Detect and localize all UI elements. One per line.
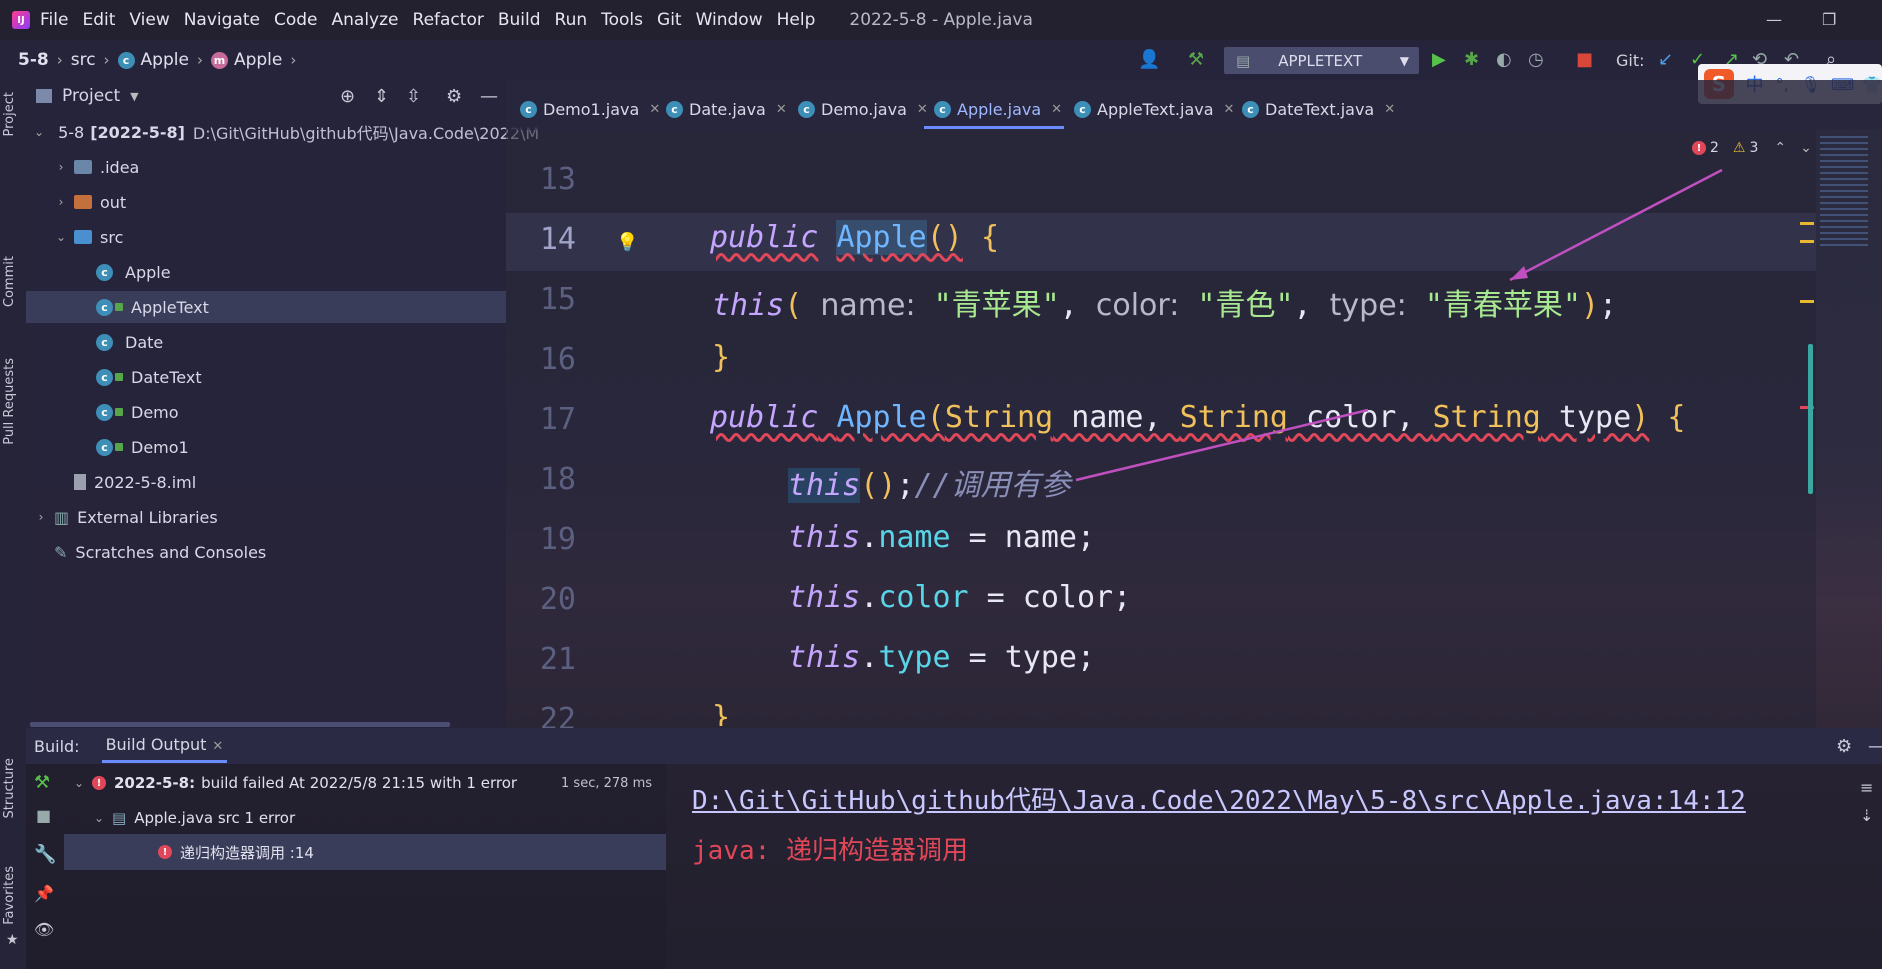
vertical-scrollbar[interactable] [1808,344,1813,494]
minimap-preview [1820,136,1868,246]
gear-icon[interactable]: ⚙ [1836,736,1852,757]
warning-marker[interactable] [1800,222,1814,225]
stop-icon[interactable]: ■ [36,806,51,825]
build-file-label: Apple.java src 1 error [134,809,296,827]
scroll-to-end-icon[interactable]: ⇣ [1860,806,1873,825]
error-icon: ! [158,845,172,859]
annotation-arrow-line [1509,168,1723,282]
warning-marker[interactable] [1800,240,1814,243]
build-label: Build: [34,736,80,756]
build-project-label: 2022-5-8: [114,774,196,792]
build-error-row[interactable]: ! 递归构造器调用 :14 [64,834,666,870]
soft-wrap-icon[interactable]: ≡ [1860,778,1873,797]
arrowhead-icon [1510,266,1528,280]
hide-panel-icon[interactable]: — [1868,736,1882,757]
close-icon[interactable]: ✕ [212,739,223,754]
build-tree: ⚒ ■ 🔧 📌 👁 ⌄ ! 2022-5-8: build failed At … [26,764,666,969]
error-icon: ! [92,776,106,790]
build-output-console[interactable]: D:\Git\GitHub\github代码\Java.Code\2022\Ma… [666,764,1882,969]
error-prefix: java: [692,836,771,866]
wrench-icon[interactable]: 🔧 [34,844,56,865]
build-summary-row[interactable]: ⌄ ! 2022-5-8: build failed At 2022/5/8 2… [72,774,652,792]
pin-icon[interactable]: 📌 [34,884,54,903]
error-message: 递归构造器调用 [785,836,968,866]
annotation-arrow-line [1075,408,1369,482]
error-file-link[interactable]: D:\Git\GitHub\github代码\Java.Code\2022\Ma… [692,780,1746,817]
tab-build-output[interactable]: Build Output ✕ [101,729,228,763]
warning-marker[interactable] [1800,300,1814,303]
build-summary: build failed At 2022/5/8 21:15 with 1 er… [201,774,518,792]
java-file-icon: ▤ [112,809,127,827]
build-error-label: 递归构造器调用 :14 [180,843,314,862]
build-hammer-icon[interactable]: ⚒ [34,772,50,793]
eye-icon[interactable]: 👁 [34,920,54,939]
build-panel-header: Build: Build Output ✕ ⚙ — [26,728,1882,764]
error-message-line: java: 递归构造器调用 [692,830,968,867]
chevron-down-icon[interactable]: ⌄ [92,811,106,825]
build-file-row[interactable]: ⌄ ▤ Apple.java src 1 error [92,809,295,827]
tab-label: Build Output [105,735,207,754]
chevron-down-icon[interactable]: ⌄ [72,776,86,790]
build-duration: 1 sec, 278 ms [561,775,652,791]
editor-minimap[interactable] [1800,130,1882,728]
